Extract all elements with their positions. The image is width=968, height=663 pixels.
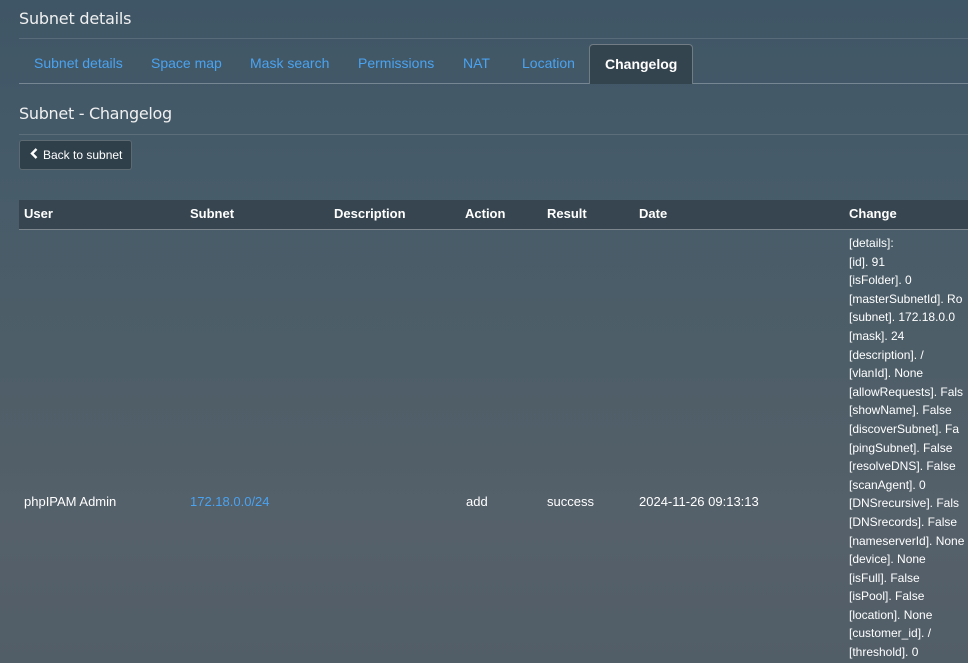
column-header-user[interactable]: User — [24, 200, 53, 228]
tab-nat[interactable]: NAT — [463, 44, 490, 83]
change-line: [description]. / — [849, 347, 924, 362]
tab-mask-search[interactable]: Mask search — [250, 44, 329, 83]
column-header-subnet[interactable]: Subnet — [190, 200, 234, 228]
change-line: [isFolder]. 0 — [849, 273, 912, 288]
subnet-tabs: Subnet details Space map Mask search Per… — [19, 44, 968, 84]
section-divider — [19, 134, 968, 135]
back-button-label: Back to subnet — [43, 148, 123, 162]
cell-date: 2024-11-26 09:13:13 — [639, 494, 759, 509]
change-line: [resolveDNS]. False — [849, 459, 956, 474]
changelog-table-header: User Subnet Description Action Result Da… — [19, 200, 968, 230]
column-header-action[interactable]: Action — [465, 200, 505, 228]
cell-action: add — [466, 494, 488, 509]
change-line: [allowRequests]. Fals — [849, 384, 964, 399]
column-header-change[interactable]: Change — [849, 200, 897, 228]
change-line: [subnet]. 172.18.0.0 — [849, 310, 956, 325]
cell-subnet-link[interactable]: 172.18.0.0/24 — [190, 494, 270, 509]
change-line: [showName]. False — [849, 403, 952, 418]
title-divider — [19, 38, 968, 39]
column-header-date[interactable]: Date — [639, 200, 667, 228]
column-header-result[interactable]: Result — [547, 200, 587, 228]
tab-subnet-details[interactable]: Subnet details — [34, 44, 123, 83]
change-line: [discoverSubnet]. Fa — [849, 421, 960, 436]
change-line: [DNSrecords]. False — [849, 514, 958, 529]
change-line: [pingSubnet]. False — [849, 440, 953, 455]
change-line: [id]. 91 — [849, 254, 886, 269]
column-header-description[interactable]: Description — [334, 200, 406, 228]
change-line: [DNSrecursive]. Fals — [849, 496, 960, 511]
change-line: [mask]. 24 — [849, 328, 905, 343]
change-line: [masterSubnetId]. Ro — [849, 291, 963, 306]
change-line: [isPool]. False — [849, 589, 925, 604]
chevron-left-icon — [30, 148, 40, 162]
tab-space-map[interactable]: Space map — [151, 44, 222, 83]
change-line: [nameserverId]. None — [849, 533, 965, 548]
cell-result: success — [547, 494, 594, 509]
change-line: [isFull]. False — [849, 570, 920, 585]
tab-permissions[interactable]: Permissions — [358, 44, 434, 83]
change-line: [location]. None — [849, 607, 933, 622]
cell-user: phpIPAM Admin — [24, 494, 117, 509]
change-line: [threshold]. 0 — [849, 645, 919, 660]
change-line: [scanAgent]. 0 — [849, 477, 926, 492]
change-line: [vlanId]. None — [849, 366, 924, 381]
change-line: [device]. None — [849, 552, 926, 567]
cell-change-list: [details]: [id]. 91 [isFolder]. 0 [masterSu… — [849, 234, 968, 662]
tab-location[interactable]: Location — [522, 44, 575, 83]
change-line: [details]: — [849, 236, 894, 250]
page-title: Subnet details — [19, 9, 132, 28]
change-line: [customer_id]. / — [849, 626, 932, 641]
section-title: Subnet - Changelog — [19, 104, 172, 123]
back-to-subnet-button[interactable]: Back to subnet — [19, 140, 132, 170]
tab-changelog[interactable]: Changelog — [589, 44, 694, 84]
